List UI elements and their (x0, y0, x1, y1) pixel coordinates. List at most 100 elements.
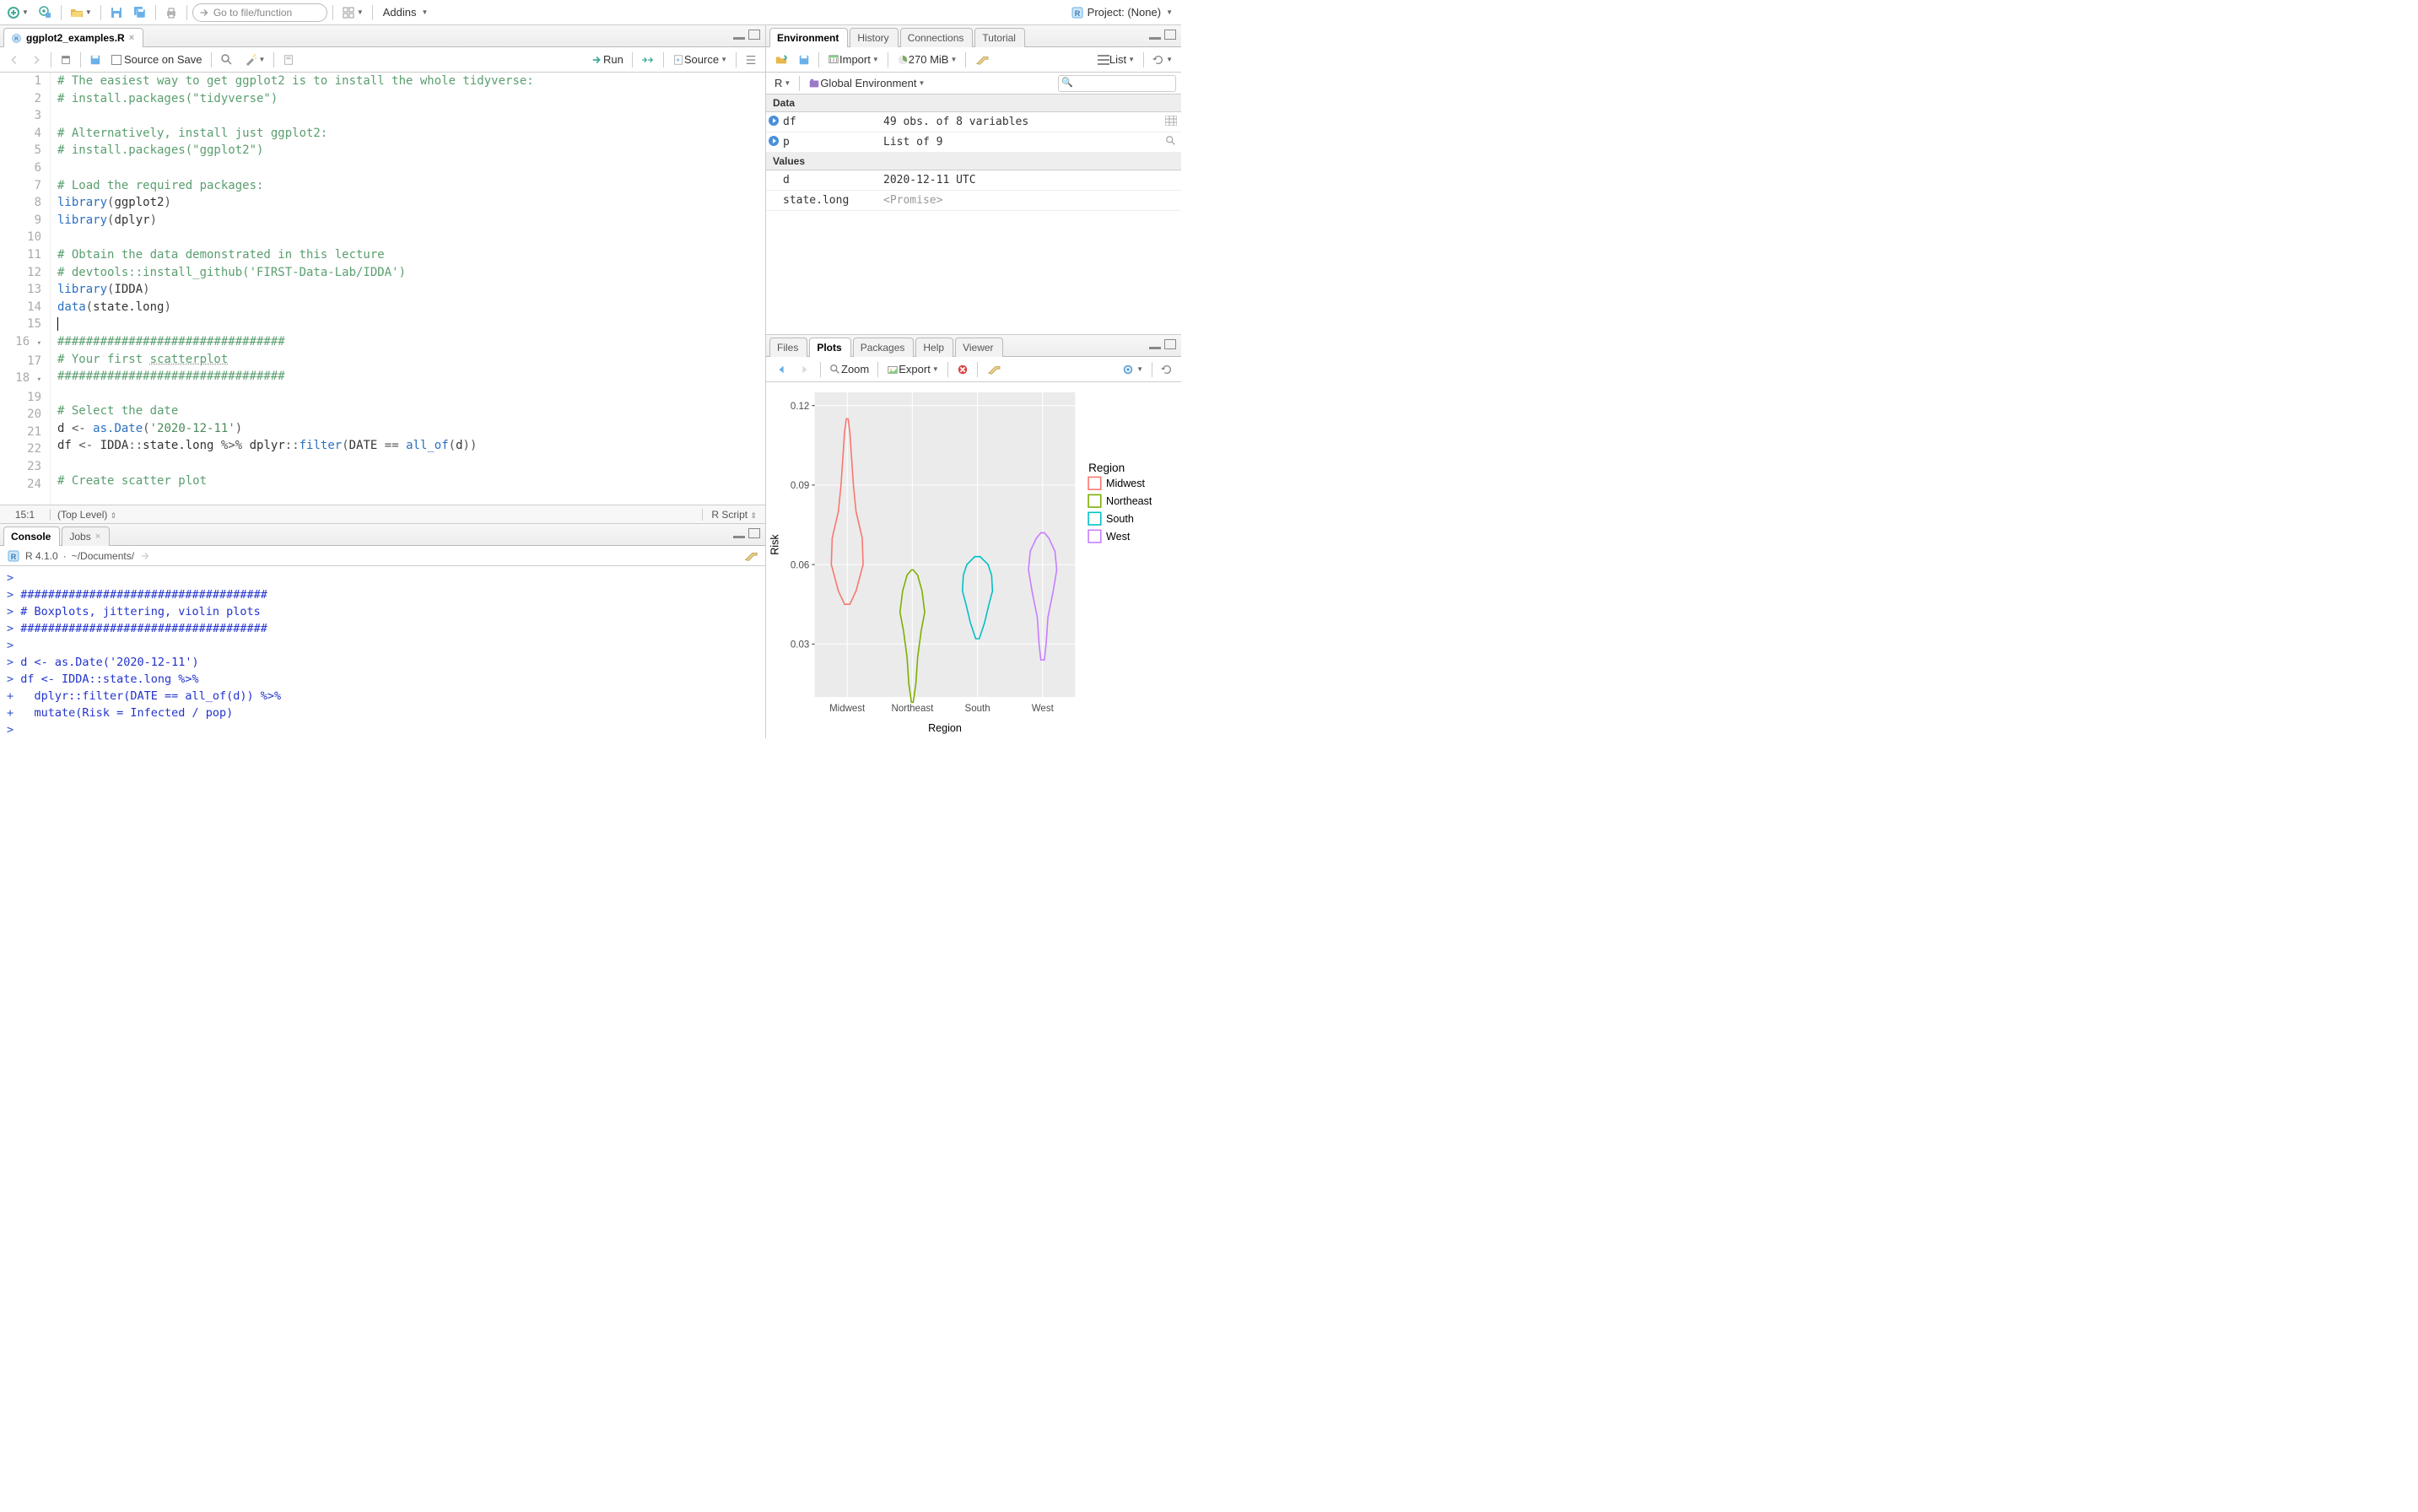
next-plot-button[interactable] (795, 360, 815, 379)
svg-text:Region: Region (1088, 462, 1125, 474)
close-tab-icon[interactable]: × (129, 33, 134, 43)
tab-viewer[interactable]: Viewer (955, 338, 1002, 357)
svg-text:South: South (965, 704, 990, 714)
svg-text:R: R (11, 553, 17, 561)
project-menu[interactable]: R Project: (None) ▼ (1066, 6, 1178, 19)
maximize-pane-icon[interactable] (748, 30, 760, 40)
svg-text:0.06: 0.06 (791, 561, 809, 571)
clear-plots-button[interactable] (983, 360, 1005, 379)
plots-toolbar: Zoom Export ▼ ▼ (766, 357, 1181, 382)
zoom-plot-button[interactable]: Zoom (826, 360, 872, 379)
clear-console-icon[interactable] (743, 549, 758, 563)
tab-packages[interactable]: Packages (853, 338, 915, 357)
env-var-df[interactable]: df49 obs. of 8 variables (766, 112, 1181, 132)
env-toolbar: Import ▼ 270 MiB ▼ List ▼ (766, 47, 1181, 73)
tab-jobs[interactable]: Jobs × (62, 526, 110, 546)
new-file-button[interactable]: ▼ (3, 3, 32, 22)
svg-text:Region: Region (928, 722, 962, 734)
prev-plot-button[interactable] (771, 360, 791, 379)
rerun-button[interactable] (638, 51, 658, 69)
console-output[interactable]: > > ####################################… (0, 566, 765, 738)
tab-plots[interactable]: Plots (809, 338, 850, 357)
run-button[interactable]: Run (588, 51, 627, 69)
file-tab[interactable]: R ggplot2_examples.R × (3, 28, 143, 47)
refresh-env-button[interactable]: ▼ (1149, 51, 1176, 69)
console-tabs: Console Jobs × (0, 524, 765, 546)
env-tabs: EnvironmentHistoryConnectionsTutorial (766, 25, 1181, 47)
source-on-save-checkbox[interactable]: Source on Save (108, 51, 206, 69)
load-workspace-button[interactable] (771, 51, 791, 69)
tab-files[interactable]: Files (769, 338, 807, 357)
plot-display: 0.030.060.090.12MidwestNortheastSouthWes… (766, 382, 1181, 738)
maximize-plots-icon[interactable] (1164, 339, 1176, 349)
console-header: R R 4.1.0 · ~/Documents/ (0, 546, 765, 566)
tab-environment[interactable]: Environment (769, 28, 848, 47)
maximize-console-icon[interactable] (748, 528, 760, 538)
env-var-state-long[interactable]: state.long<Promise> (766, 191, 1181, 211)
svg-text:Northeast: Northeast (1106, 495, 1152, 507)
svg-text:South: South (1106, 513, 1134, 525)
environment-list: Data df49 obs. of 8 variablespList of 9 … (766, 94, 1181, 334)
compile-report-button[interactable] (279, 51, 298, 69)
tab-console[interactable]: Console (3, 526, 60, 546)
env-search-input[interactable] (1058, 75, 1176, 92)
import-dataset-button[interactable]: Import ▼ (824, 51, 882, 69)
save-button[interactable] (106, 3, 127, 22)
svg-text:West: West (1106, 531, 1131, 543)
outline-button[interactable] (742, 51, 760, 69)
save-source-button[interactable] (86, 51, 105, 69)
source-toolbar: Source on Save ▼ Run (0, 47, 765, 73)
svg-text:Midwest: Midwest (829, 704, 866, 714)
back-button[interactable] (5, 51, 24, 69)
open-file-button[interactable]: ▼ (67, 3, 95, 22)
source-tabs: R ggplot2_examples.R × (0, 25, 765, 47)
export-plot-button[interactable]: Export ▼ (883, 360, 942, 379)
code-editor[interactable]: 12345678910111213141516 ▾1718 ▾192021222… (0, 73, 765, 505)
maximize-env-icon[interactable] (1164, 30, 1176, 40)
memory-usage[interactable]: 270 MiB ▼ (893, 51, 961, 69)
svg-text:Midwest: Midwest (1106, 478, 1146, 489)
minimize-console-icon[interactable] (733, 528, 745, 538)
grid-button[interactable]: ▼ (338, 3, 367, 22)
new-project-button[interactable] (35, 3, 56, 22)
env-var-p[interactable]: pList of 9 (766, 132, 1181, 153)
tab-tutorial[interactable]: Tutorial (974, 28, 1025, 47)
save-all-button[interactable] (130, 3, 150, 22)
find-button[interactable] (217, 51, 237, 69)
svg-text:0.09: 0.09 (791, 481, 809, 491)
refresh-plot-button[interactable] (1158, 360, 1176, 379)
svg-text:West: West (1032, 704, 1055, 714)
forward-button[interactable] (27, 51, 46, 69)
tab-help[interactable]: Help (915, 338, 953, 357)
env-scope[interactable]: Global Environment ▼ (805, 74, 928, 93)
remove-plot-button[interactable] (953, 360, 972, 379)
source-dropdown-button[interactable]: Source ▼ (669, 51, 731, 69)
main-toolbar: ▼ ▼ Go to file/function ▼ Addins ▼ R Pro… (0, 0, 1181, 25)
publish-plot-button[interactable]: ▼ (1118, 360, 1147, 379)
working-dir[interactable]: ~/Documents/ (72, 550, 134, 562)
view-mode-button[interactable]: List ▼ (1094, 51, 1138, 69)
share-wd-icon[interactable] (139, 550, 151, 562)
clear-workspace-button[interactable] (971, 51, 993, 69)
editor-status-bar: 15:1 (Top Level) ⇕ R Script ⇕ (0, 505, 765, 523)
svg-text:Risk: Risk (769, 534, 781, 555)
svg-text:Northeast: Northeast (891, 704, 934, 714)
minimize-plots-icon[interactable] (1149, 339, 1161, 349)
code-tools-button[interactable]: ▼ (240, 51, 269, 69)
addins-menu[interactable]: Addins ▼ (378, 3, 434, 22)
show-in-new-window-button[interactable] (57, 51, 75, 69)
minimize-env-icon[interactable] (1149, 30, 1161, 40)
svg-text:0.12: 0.12 (791, 402, 809, 412)
scope-navigator[interactable]: (Top Level) ⇕ (51, 509, 703, 521)
cursor-position: 15:1 (0, 509, 51, 521)
print-button[interactable] (161, 3, 181, 22)
tab-history[interactable]: History (850, 28, 898, 47)
language-scope[interactable]: R ▼ (771, 74, 794, 93)
goto-file-input[interactable]: Go to file/function (192, 3, 327, 22)
save-workspace-button[interactable] (795, 51, 813, 69)
file-type[interactable]: R Script ⇕ (703, 509, 765, 521)
tab-connections[interactable]: Connections (900, 28, 974, 47)
minimize-pane-icon[interactable] (733, 30, 745, 40)
env-var-d[interactable]: d2020-12-11 UTC (766, 170, 1181, 191)
env-section-data: Data (766, 94, 1181, 112)
